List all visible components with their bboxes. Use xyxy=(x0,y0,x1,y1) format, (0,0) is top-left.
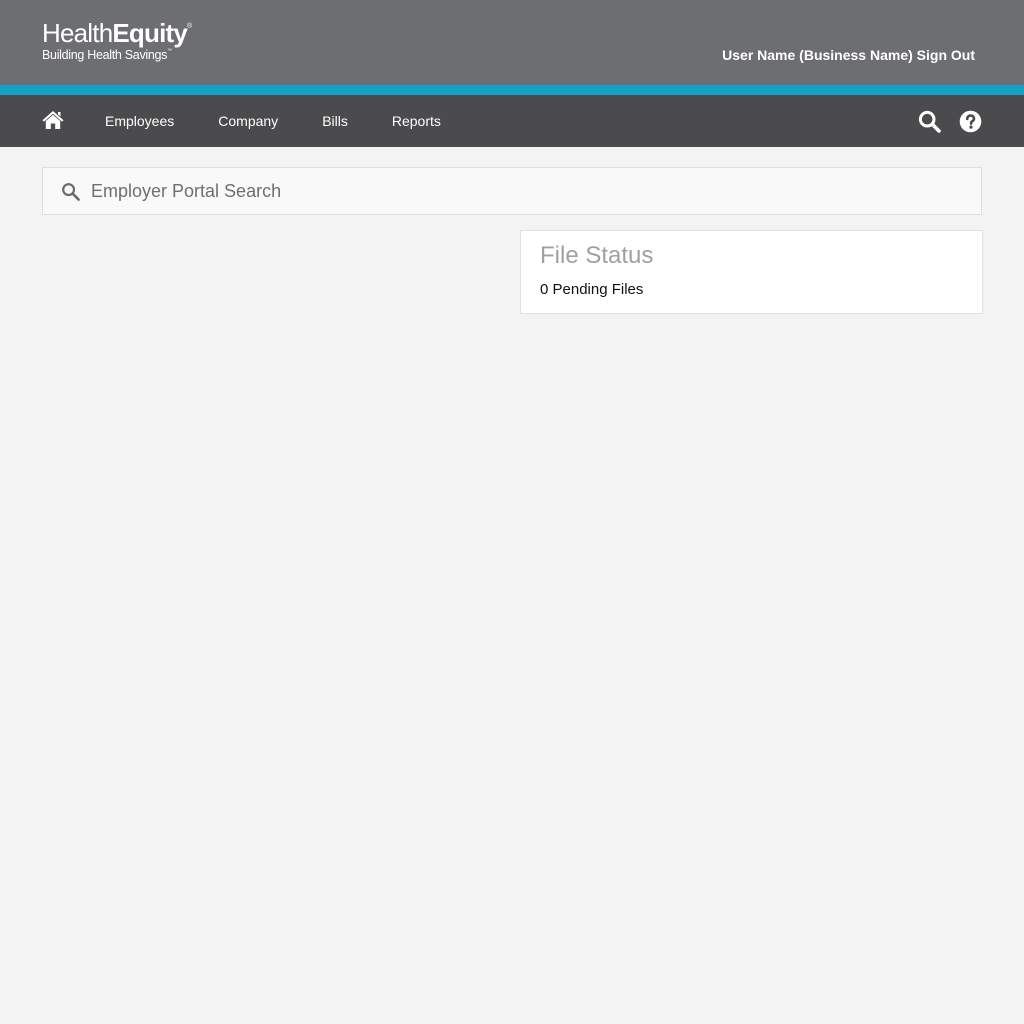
nav-item-bills[interactable]: Bills xyxy=(300,95,370,147)
pending-files-count[interactable]: 0 Pending Files xyxy=(540,281,643,298)
nav-item-employees[interactable]: Employees xyxy=(83,95,196,147)
file-status-card: File Status 0 Pending Files xyxy=(520,230,983,314)
search-input[interactable] xyxy=(91,168,971,214)
user-name-link[interactable]: User Name (Business Name) xyxy=(722,47,913,63)
logo-tagline-text: Building Health Savings xyxy=(42,48,168,62)
nav-item-reports[interactable]: Reports xyxy=(370,95,463,147)
logo-name-light: Health xyxy=(42,18,113,48)
healthequity-logo[interactable]: HealthEquity® Building Health Savings™ xyxy=(42,20,192,62)
logo-wordmark: HealthEquity® xyxy=(42,20,192,46)
file-status-title: File Status xyxy=(540,242,654,269)
sign-out-link[interactable]: Sign Out xyxy=(917,47,975,63)
logo-registered-mark: ® xyxy=(187,23,193,30)
main-nav: Employees Company Bills Reports xyxy=(0,95,1024,147)
search-icon[interactable] xyxy=(918,110,941,133)
nav-links: Employees Company Bills Reports xyxy=(83,95,463,147)
user-area: User Name (Business Name) Sign Out xyxy=(722,47,975,63)
logo-name-bold: Equity xyxy=(112,18,188,48)
logo-tagline-mark: ™ xyxy=(167,48,172,54)
help-icon[interactable] xyxy=(959,110,982,133)
logo-tagline: Building Health Savings™ xyxy=(42,49,192,62)
nav-item-company[interactable]: Company xyxy=(196,95,300,147)
top-header: HealthEquity® Building Health Savings™ U… xyxy=(0,0,1024,85)
home-icon[interactable] xyxy=(42,110,64,130)
accent-bar xyxy=(0,85,1024,95)
employer-portal-search xyxy=(42,167,982,215)
search-icon xyxy=(61,182,81,202)
